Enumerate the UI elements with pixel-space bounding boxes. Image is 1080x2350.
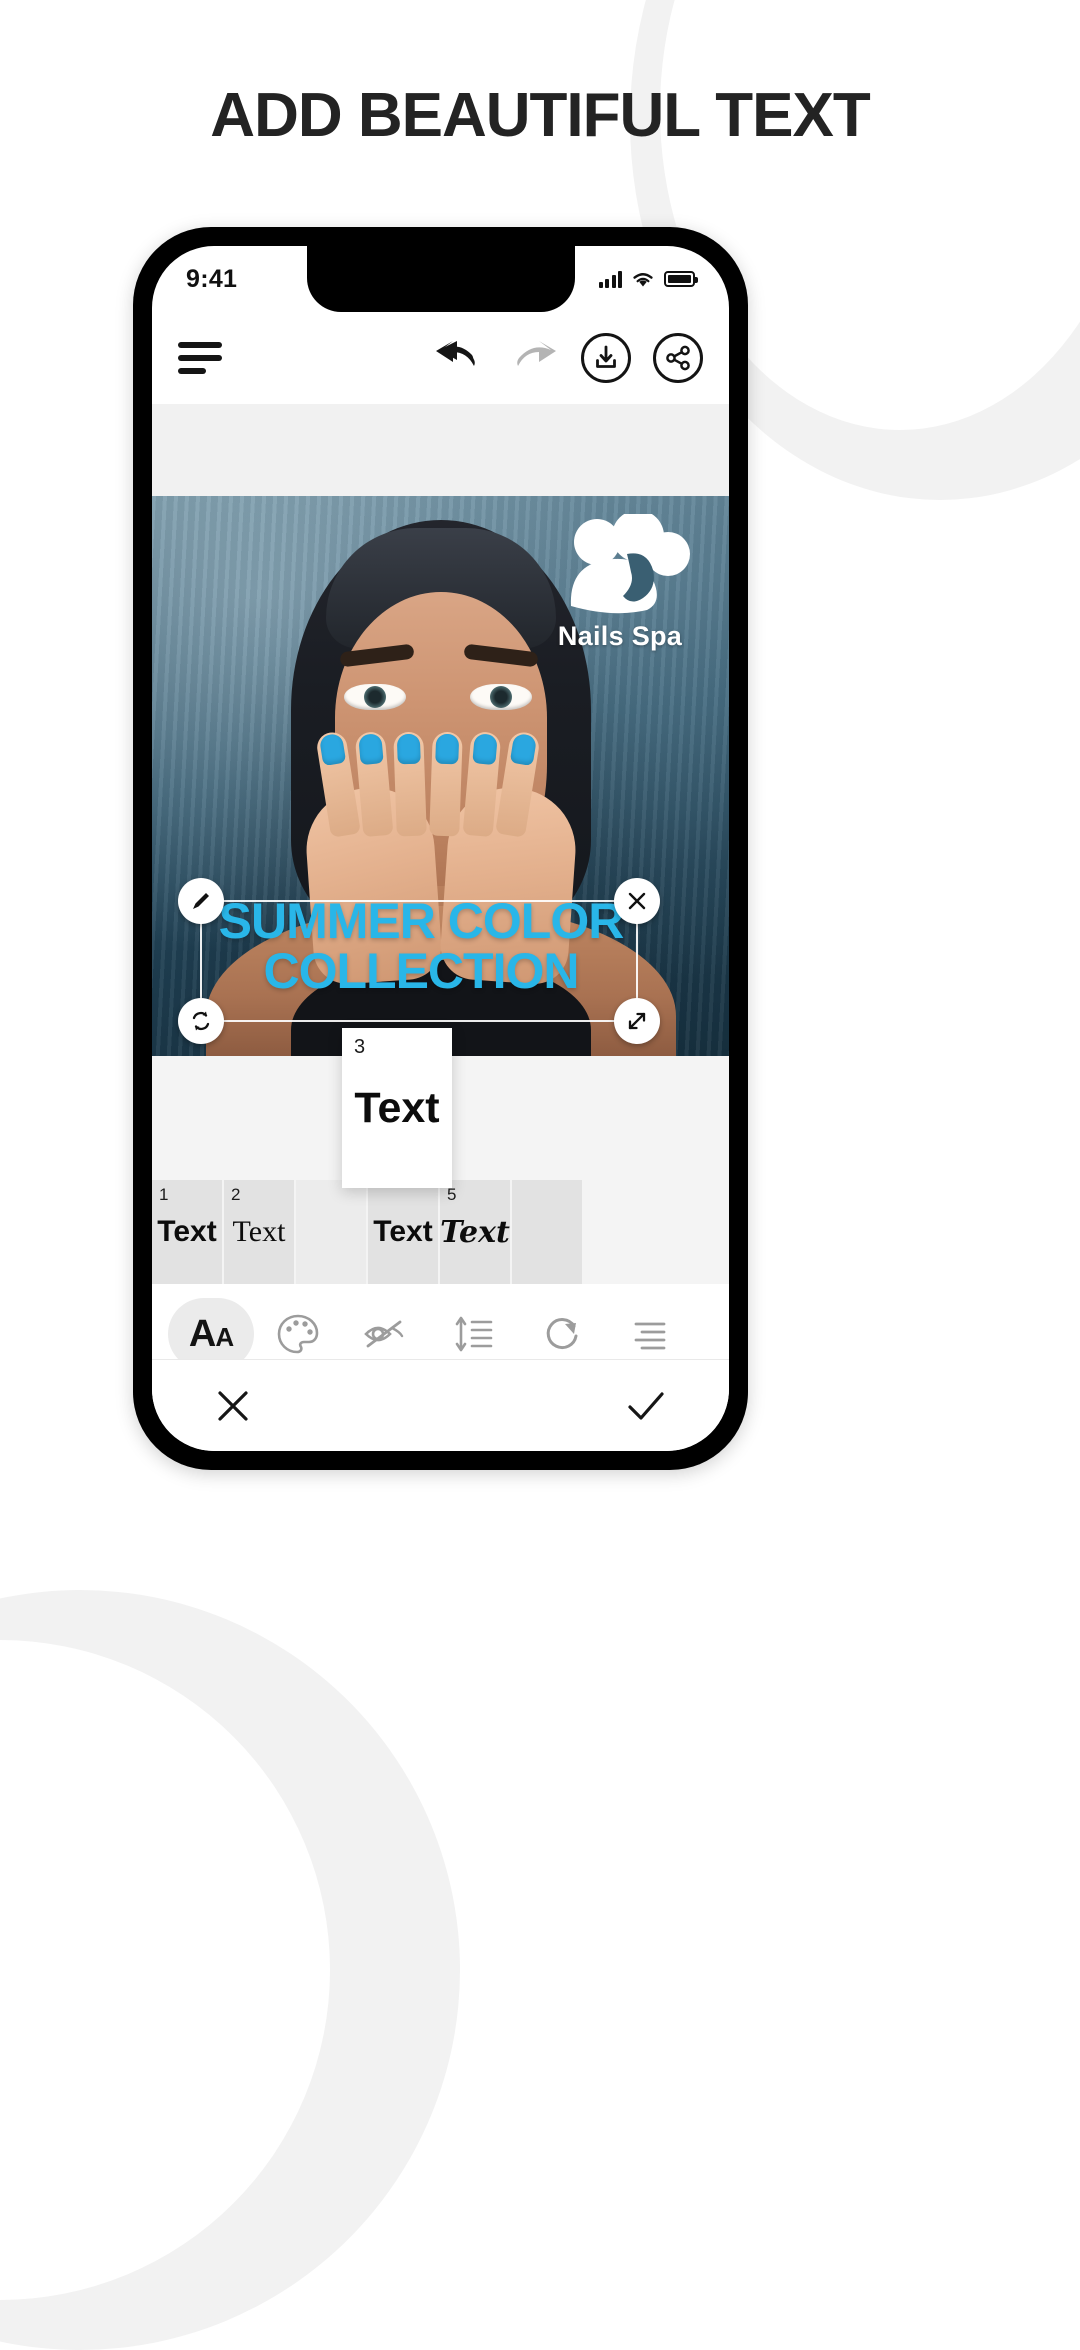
undo-button[interactable] — [433, 338, 479, 378]
hamburger-menu-icon[interactable] — [178, 342, 222, 374]
text-object-selection[interactable]: SUMMER COLOR COLLECTION — [178, 878, 660, 1044]
overlay-text-line-2: COLLECTION — [263, 943, 580, 999]
font-size-letter-big: A — [188, 1312, 216, 1355]
phone-notch — [306, 246, 575, 312]
download-icon — [596, 345, 616, 368]
resize-diagonal-icon — [628, 1012, 646, 1030]
confirm-bar — [152, 1359, 729, 1451]
line-spacing-icon — [455, 1316, 493, 1352]
font-style-number-5: 5 — [447, 1185, 457, 1204]
model-eye-right — [470, 684, 532, 710]
model-eye-left — [344, 684, 406, 710]
confirm-button[interactable] — [625, 1387, 667, 1425]
redo-arrow-icon — [517, 341, 556, 366]
finger-4 — [428, 731, 463, 837]
font-style-number-2: 2 — [231, 1185, 241, 1204]
blue-nail-6 — [509, 732, 537, 767]
wifi-icon — [633, 273, 653, 287]
phone-screen: 9:41 Nails Spa SUMMER COLOR COLLECTION 1… — [152, 246, 729, 1451]
cancel-button[interactable] — [214, 1387, 252, 1425]
font-style-item-6[interactable] — [512, 1180, 584, 1284]
page-title: ADD BEAUTIFUL TEXT — [210, 81, 870, 150]
delete-text-handle[interactable] — [614, 878, 660, 924]
cellular-signal-icon — [598, 270, 622, 288]
phone-mockup: 9:41 Nails Spa SUMMER COLOR COLLECTION 1… — [133, 227, 748, 1470]
font-style-number-1: 1 — [159, 1185, 169, 1204]
editor-toolbar — [152, 312, 729, 404]
font-style-label-1: Text — [157, 1215, 217, 1248]
overlay-text: SUMMER COLOR COLLECTION — [192, 896, 650, 996]
edit-text-handle[interactable] — [178, 878, 224, 924]
canvas-background-band — [152, 404, 729, 496]
nails-spa-logo: Nails Spa — [535, 510, 705, 652]
font-size-icon: AA — [188, 1312, 234, 1356]
font-style-strip[interactable]: 1 Text 2 Text Text 5 Text 3 Text — [152, 1028, 729, 1284]
font-style-label-5: Text — [440, 1214, 510, 1250]
font-style-item-3-selected[interactable]: 3 Text — [342, 1028, 452, 1188]
blue-nail-4 — [434, 733, 459, 765]
share-icon — [666, 345, 690, 371]
overlay-text-line-1: SUMMER COLOR — [218, 893, 625, 949]
blue-nail-2 — [357, 733, 384, 766]
font-style-number-3: 3 — [354, 1036, 366, 1058]
rotate-refresh-icon — [192, 1011, 210, 1031]
download-button[interactable] — [581, 333, 631, 383]
blue-nail-1 — [318, 732, 346, 767]
finger-3 — [392, 731, 427, 837]
font-size-letter-small: A — [215, 1321, 234, 1352]
font-style-item-5[interactable]: 5 Text — [440, 1180, 512, 1284]
check-icon — [628, 1391, 664, 1420]
photo-canvas[interactable]: Nails Spa SUMMER COLOR COLLECTION — [152, 496, 729, 1056]
font-style-item-1[interactable]: 1 Text — [152, 1180, 224, 1284]
nails-spa-logo-icon — [570, 510, 690, 614]
undo-arrow-icon — [436, 341, 475, 366]
font-style-item-4[interactable]: Text — [368, 1180, 440, 1284]
close-x-icon — [218, 1390, 248, 1421]
font-style-item-2[interactable]: 2 Text — [224, 1180, 296, 1284]
pencil-edit-icon — [193, 893, 209, 909]
color-palette-icon — [277, 1314, 319, 1354]
font-style-label-2: Text — [232, 1215, 286, 1248]
rotate-text-handle[interactable] — [178, 998, 224, 1044]
eye-slash-opacity-icon — [364, 1320, 404, 1348]
rotate-reset-icon — [546, 1318, 578, 1350]
logo-label: Nails Spa — [557, 621, 683, 651]
close-x-icon — [628, 892, 646, 910]
text-align-icon — [634, 1322, 666, 1350]
redo-button[interactable] — [513, 338, 559, 378]
status-time: 9:41 — [186, 264, 238, 293]
blue-nail-5 — [471, 733, 498, 766]
font-style-label-3: Text — [354, 1083, 440, 1132]
blue-nail-3 — [396, 733, 421, 765]
battery-full-icon — [664, 271, 698, 287]
resize-text-handle[interactable] — [614, 998, 660, 1044]
share-button[interactable] — [653, 333, 703, 383]
status-icons — [598, 270, 698, 288]
font-style-label-4: Text — [373, 1215, 433, 1248]
font-style-item-3-slot[interactable] — [296, 1180, 368, 1284]
